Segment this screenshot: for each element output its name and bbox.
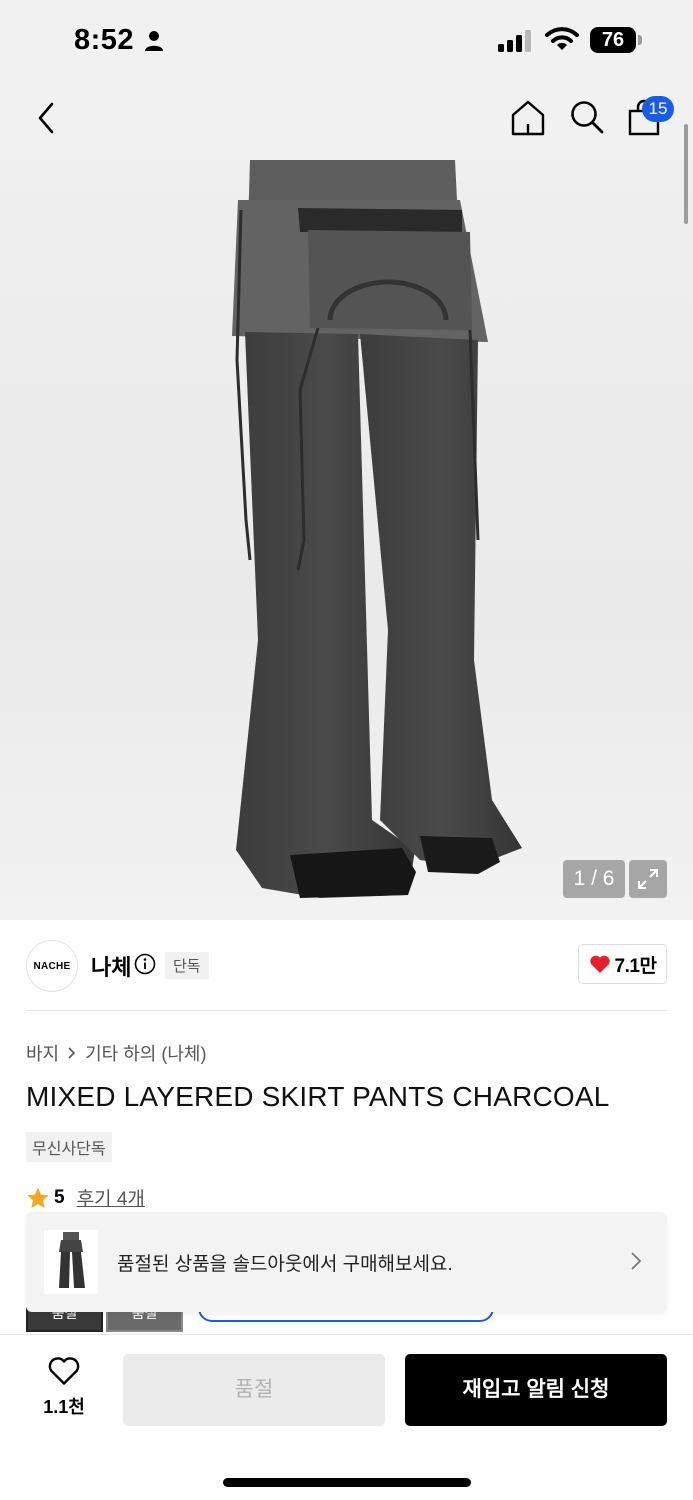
wifi-icon <box>545 27 579 50</box>
bottom-bar-divider <box>0 1334 693 1335</box>
section-divider <box>26 1010 667 1011</box>
product-photo-illustration <box>232 160 522 898</box>
brand-logo[interactable]: NACHE <box>26 940 78 992</box>
heart-filled-icon <box>589 955 610 973</box>
toast-message: 품절된 상품을 솔드아웃에서 구매해보세요. <box>117 1254 453 1275</box>
scroll-indicator[interactable] <box>684 124 688 224</box>
status-bar: 8:52 76 <box>0 0 693 84</box>
heart-outline-icon <box>48 1357 80 1385</box>
breadcrumb-category[interactable]: 바지 <box>26 1040 59 1066</box>
top-nav: 15 <box>0 84 693 160</box>
back-icon[interactable] <box>32 100 60 136</box>
person-icon <box>145 31 163 51</box>
soldout-button[interactable]: 품절 <box>123 1354 385 1426</box>
exclusive-badge: 단독 <box>165 952 209 979</box>
expand-image-button[interactable] <box>629 860 667 898</box>
breadcrumb-subcategory[interactable]: 기타 하의 (나체) <box>85 1040 206 1066</box>
rating-row: 5 후기 4개 <box>26 1184 145 1211</box>
product-image[interactable] <box>0 160 693 920</box>
chevron-right-icon <box>68 1047 76 1059</box>
review-link[interactable]: 후기 4개 <box>77 1184 145 1211</box>
brand-row: NACHE 나체 단독 7.1만 <box>26 938 667 994</box>
cart-count-badge: 15 <box>642 96 674 122</box>
breadcrumb: 바지 기타 하의 (나체) <box>26 1040 206 1066</box>
chevron-right-icon <box>631 1252 642 1270</box>
musinsa-exclusive-tag: 무신사단독 <box>26 1132 112 1162</box>
restock-alert-button[interactable]: 재입고 알림 신청 <box>405 1354 667 1426</box>
soldout-toast[interactable]: 품절된 상품을 솔드아웃에서 구매해보세요. <box>26 1212 667 1312</box>
product-title: MIXED LAYERED SKIRT PANTS CHARCOAL <box>26 1081 610 1112</box>
expand-icon <box>638 869 658 889</box>
home-indicator[interactable] <box>223 1478 471 1487</box>
home-icon[interactable] <box>508 98 548 138</box>
brand-like-count: 7.1만 <box>614 955 657 977</box>
wishlist-count: 1.1천 <box>43 1397 85 1417</box>
search-icon[interactable] <box>567 98 607 138</box>
toast-product-thumbnail <box>44 1230 98 1294</box>
info-icon[interactable] <box>134 953 156 975</box>
star-icon <box>27 1187 49 1208</box>
wishlist-button[interactable]: 1.1천 <box>26 1356 102 1422</box>
cellular-signal-icon <box>498 30 531 52</box>
gallery-pager: 1 / 6 <box>563 860 625 898</box>
status-time: 8:52 <box>74 24 135 56</box>
product-thumbnail-icon <box>59 1232 85 1288</box>
brand-name[interactable]: 나체 <box>91 950 131 982</box>
battery-icon: 76 <box>590 27 636 53</box>
brand-like-button[interactable]: 7.1만 <box>578 944 667 984</box>
battery-tip <box>638 35 642 45</box>
rating-score: 5 <box>54 1186 65 1208</box>
